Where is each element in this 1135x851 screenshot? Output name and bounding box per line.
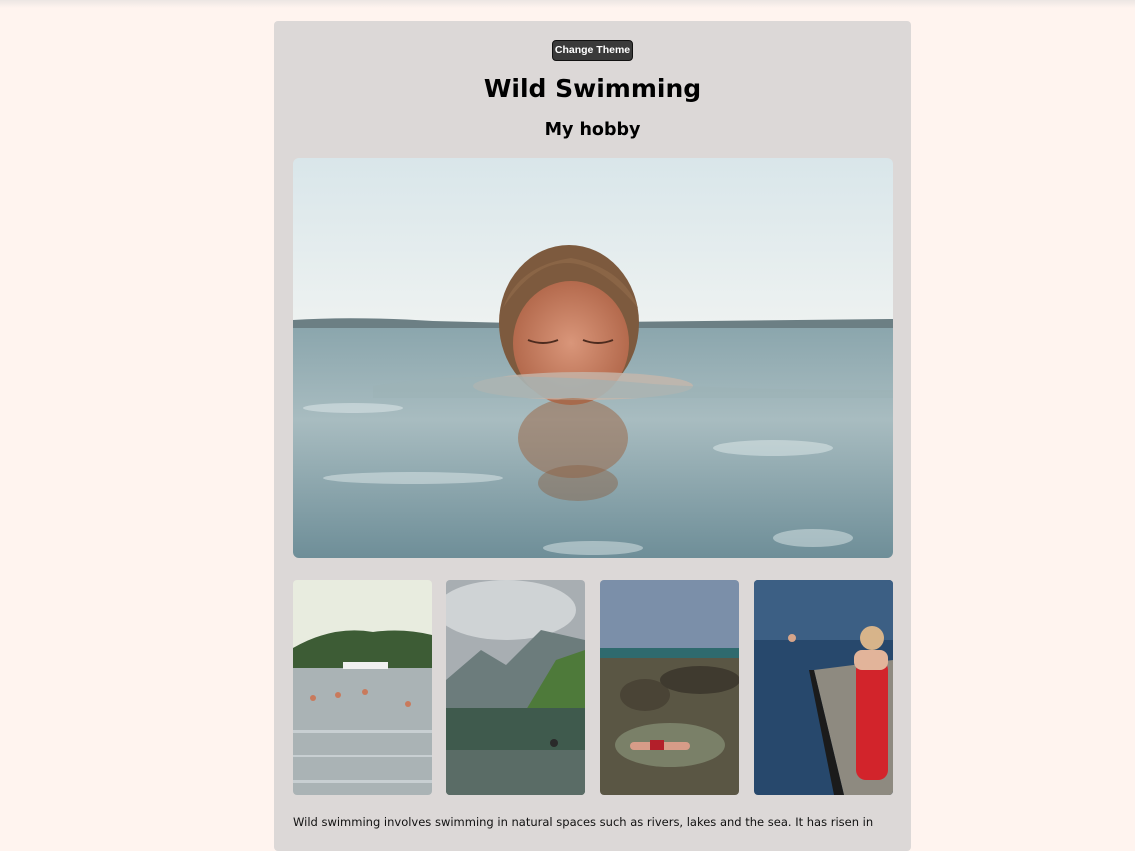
change-theme-button[interactable]: Change Theme [552,40,633,61]
gallery-thumbnail [754,580,893,795]
gallery-thumbnail [446,580,585,795]
hero-image [293,158,893,558]
page-title: Wild Swimming [483,74,702,103]
page-subtitle: My hobby [544,120,641,140]
top-shadow [0,0,1135,8]
intro-paragraph: Wild swimming involves swimming in natur… [293,815,874,829]
gallery-thumbnail [293,580,432,795]
content-card: Change Theme Wild Swimming My hobby Wild… [274,21,911,851]
gallery-thumbnail [600,580,739,795]
